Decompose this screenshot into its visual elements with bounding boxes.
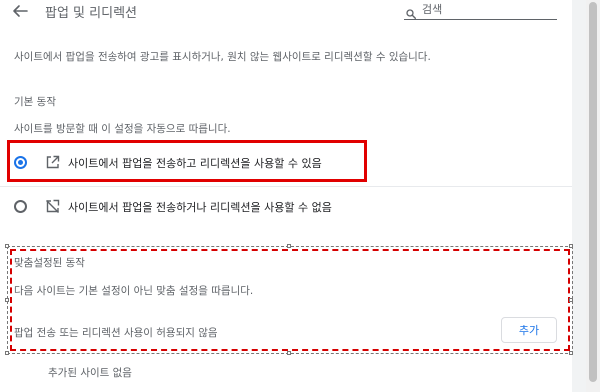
block-popup-icon [45, 199, 60, 214]
default-behavior-subtitle: 사이트를 방문할 때 이 설정을 자동으로 따릅니다. [14, 123, 231, 135]
resize-handle [287, 244, 291, 248]
resize-handle [287, 351, 291, 355]
search-box[interactable] [404, 0, 557, 20]
radio-block-label: 사이트에서 팝업을 전송하거나 리디렉션을 사용할 수 없음 [68, 201, 332, 214]
page-description: 사이트에서 팝업을 전송하여 광고를 표시하거나, 원치 않는 웹사이트로 리디… [14, 51, 431, 63]
scrollbar-thumb[interactable] [589, 2, 597, 382]
resize-handle [569, 351, 573, 355]
blocked-list-label: 팝업 전송 또는 리디렉션 사용이 허용되지 않음 [14, 327, 218, 339]
page-title: 팝업 및 리디렉션 [45, 6, 137, 21]
custom-behavior-subtitle: 다음 사이트는 기본 설정이 아닌 맞춤 설정을 따릅니다. [14, 285, 254, 297]
resize-handle [5, 298, 9, 302]
page-header: 팝업 및 리디렉션 [0, 0, 572, 26]
highlight-box [7, 140, 367, 182]
empty-list-text: 추가된 사이트 없음 [48, 367, 132, 379]
radio-option-block[interactable]: 사이트에서 팝업을 전송하거나 리디렉션을 사용할 수 없음 [0, 187, 572, 227]
add-site-button[interactable]: 추가 [501, 317, 557, 343]
resize-handle [5, 351, 9, 355]
resize-handle [5, 244, 9, 248]
radio-block[interactable] [14, 200, 27, 213]
resize-handle [569, 298, 573, 302]
arrow-back-icon[interactable] [11, 2, 29, 20]
custom-behavior-heading: 맞춤설정된 동작 [14, 257, 85, 269]
default-behavior-heading: 기본 동작 [14, 96, 56, 108]
search-icon [406, 4, 416, 19]
search-input[interactable] [422, 0, 552, 18]
resize-handle [569, 244, 573, 248]
